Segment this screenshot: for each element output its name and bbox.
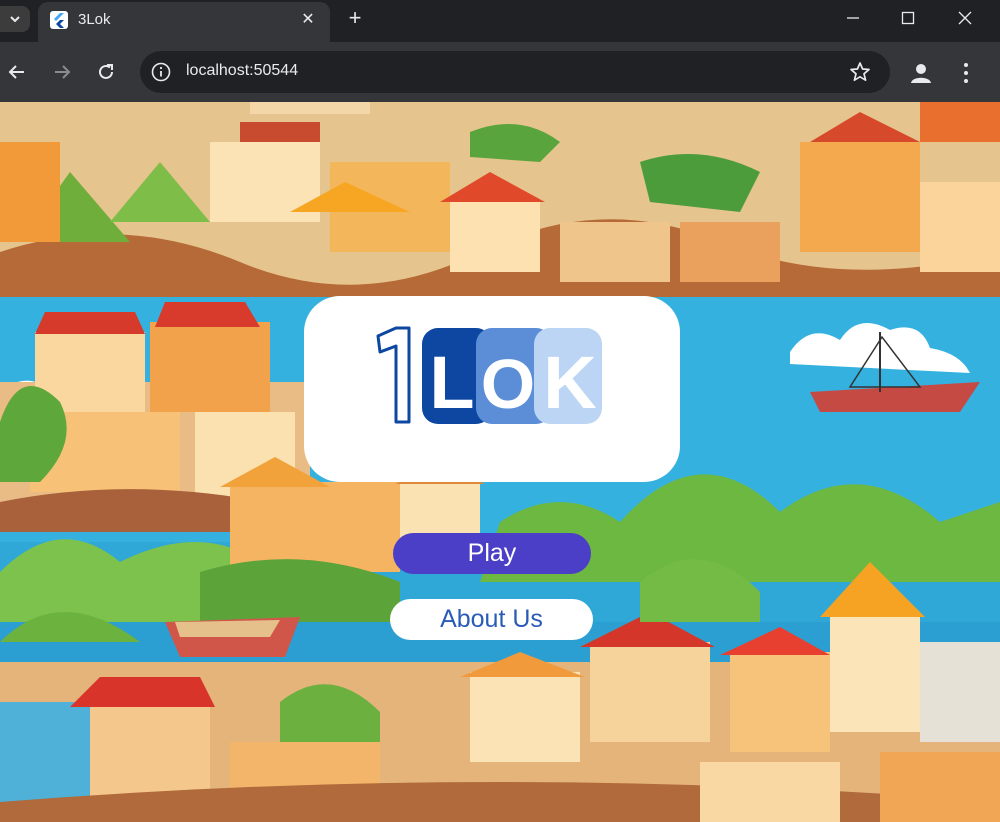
minimize-icon xyxy=(847,17,859,19)
reload-icon xyxy=(99,64,113,79)
forward-button[interactable] xyxy=(47,57,77,87)
star-icon[interactable] xyxy=(848,60,872,84)
close-icon[interactable]: ✕ xyxy=(298,10,318,30)
minimize-button[interactable] xyxy=(825,0,881,36)
logo-letter-l: L xyxy=(429,341,474,424)
browser-tab[interactable]: 3Lok ✕ xyxy=(38,2,330,42)
url-text[interactable]: localhost:50544 xyxy=(186,62,298,80)
person-icon[interactable] xyxy=(908,60,934,86)
plus-icon[interactable]: + xyxy=(342,6,368,32)
arrow-left-icon xyxy=(8,65,24,79)
logo-letter-k: K xyxy=(543,341,596,424)
app-logo: L O K 1 xyxy=(376,326,602,424)
tab-title: 3Lok xyxy=(78,11,111,28)
chevron-down-icon xyxy=(10,16,20,23)
logo-digit-shape xyxy=(376,326,411,424)
maximize-button[interactable] xyxy=(880,0,936,36)
logo-card: L O K 1 xyxy=(304,296,680,482)
logo-letter-o: O xyxy=(481,345,535,423)
reload-button[interactable] xyxy=(91,57,121,87)
app-viewport: L O K 1 Play About Us xyxy=(0,102,1000,822)
back-button[interactable] xyxy=(2,57,32,87)
close-icon xyxy=(958,11,972,25)
play-button[interactable]: Play xyxy=(393,533,591,574)
kebab-menu-icon[interactable] xyxy=(955,60,977,86)
maximize-icon xyxy=(901,11,915,25)
close-window-button[interactable] xyxy=(937,0,993,36)
browser-toolbar: localhost:50544 xyxy=(0,42,1000,102)
address-bar[interactable]: localhost:50544 xyxy=(140,51,890,93)
flutter-icon xyxy=(50,11,68,29)
tab-strip: 3Lok ✕ + xyxy=(0,0,1000,42)
tab-search-button[interactable] xyxy=(0,6,30,32)
about-us-button[interactable]: About Us xyxy=(390,599,593,640)
arrow-right-icon xyxy=(55,65,71,79)
info-icon[interactable] xyxy=(150,61,172,83)
